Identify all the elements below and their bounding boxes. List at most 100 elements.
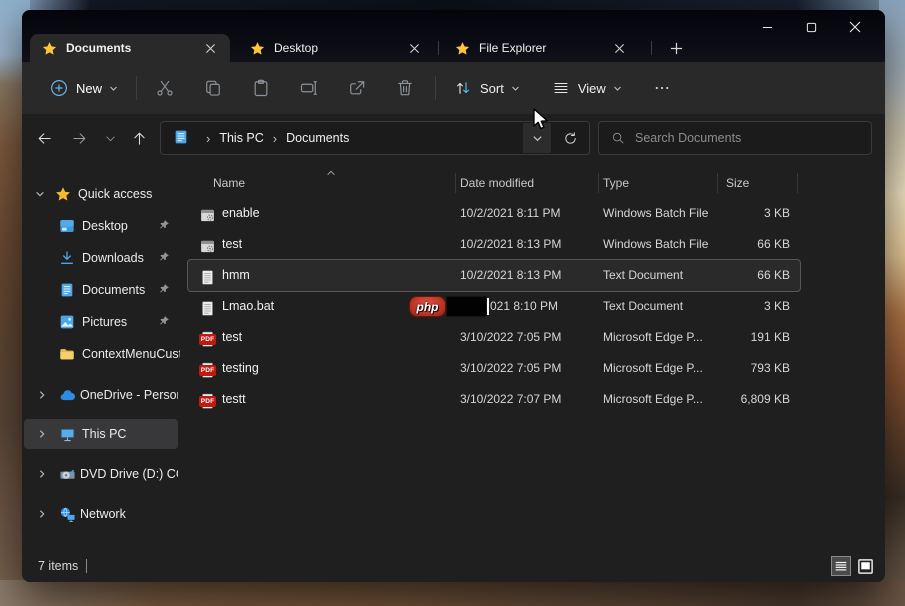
- column-header-name[interactable]: Name: [213, 170, 245, 196]
- documents-icon: [59, 282, 75, 298]
- tab-desktop[interactable]: Desktop: [238, 34, 434, 62]
- pictures-icon: [59, 314, 75, 330]
- more-ellipsis-icon: [653, 79, 671, 97]
- sidebar-item-network[interactable]: Network: [22, 499, 180, 529]
- new-button[interactable]: New: [40, 73, 128, 103]
- new-button-label: New: [76, 81, 102, 96]
- sidebar-item-onedrive[interactable]: OneDrive - Personal: [22, 380, 180, 410]
- view-button[interactable]: View: [544, 73, 630, 103]
- dvd-drive-icon: [59, 466, 75, 482]
- tab-documents[interactable]: Documents: [30, 34, 230, 62]
- sort-button-label: Sort: [480, 81, 504, 96]
- chevron-collapsed-icon[interactable]: [37, 428, 47, 442]
- close-button[interactable]: [833, 14, 877, 40]
- tab-close-icon[interactable]: [200, 38, 220, 58]
- delete-button[interactable]: [381, 68, 429, 108]
- item-count: 7 items: [38, 550, 78, 582]
- paste-icon: [251, 78, 271, 98]
- plus-circle-icon: [50, 79, 68, 97]
- chevron-collapsed-icon[interactable]: [37, 508, 47, 522]
- file-date: 3/10/2022 7:05 PM: [460, 322, 561, 353]
- up-button[interactable]: [125, 124, 153, 152]
- breadcrumb-this-pc[interactable]: This PC: [219, 131, 263, 145]
- refresh-icon: [563, 131, 578, 146]
- sidebar-item-desktop[interactable]: Desktop: [22, 211, 180, 241]
- file-row-testing[interactable]: PDF testing 3/10/2022 7:05 PM Microsoft …: [188, 353, 800, 384]
- new-tab-button[interactable]: [662, 36, 690, 60]
- breadcrumb-separator-icon: ›: [264, 131, 286, 146]
- copy-icon: [203, 78, 223, 98]
- address-dropdown-button[interactable]: [523, 123, 551, 153]
- file-date: 021 8:10 PM: [490, 291, 558, 322]
- documents-folder-icon: [173, 129, 189, 148]
- file-name: testt: [222, 384, 246, 415]
- recent-locations-button[interactable]: [96, 124, 124, 152]
- paste-button[interactable]: [237, 68, 285, 108]
- file-size: 3 KB: [764, 198, 790, 229]
- sidebar-item-label: OneDrive - Personal: [80, 380, 178, 410]
- tab-close-icon[interactable]: [609, 38, 629, 58]
- file-size: 66 KB: [757, 260, 790, 291]
- sidebar-item-pictures[interactable]: Pictures: [22, 307, 180, 337]
- column-divider[interactable]: [797, 173, 798, 193]
- column-divider[interactable]: [717, 173, 718, 193]
- file-row-test-pdf[interactable]: PDF test 3/10/2022 7:05 PM Microsoft Edg…: [188, 322, 800, 353]
- file-row-testt[interactable]: PDF testt 3/10/2022 7:07 PM Microsoft Ed…: [188, 384, 800, 415]
- column-divider[interactable]: [455, 173, 456, 193]
- pin-icon: [158, 219, 170, 234]
- chevron-expanded-icon[interactable]: [35, 188, 45, 202]
- toolbar-divider: [136, 76, 137, 100]
- sidebar-item-this-pc[interactable]: This PC: [24, 419, 178, 449]
- column-header-date-modified[interactable]: Date modified: [460, 170, 534, 196]
- file-row-lmao-bat[interactable]: Lmao.bat php 021 8:10 PM Text Document 3…: [188, 291, 800, 322]
- sidebar-item-documents[interactable]: Documents: [22, 275, 180, 305]
- file-size: 793 KB: [751, 353, 790, 384]
- forward-button[interactable]: [65, 124, 93, 152]
- sidebar-item-quick-access[interactable]: Quick access: [22, 179, 180, 209]
- share-button[interactable]: [333, 68, 381, 108]
- file-type: Microsoft Edge P...: [603, 322, 703, 353]
- breadcrumb-bar[interactable]: › This PC › Documents: [160, 121, 590, 155]
- file-row-enable[interactable]: enable 10/2/2021 8:11 PM Windows Batch F…: [188, 198, 800, 229]
- minimize-button[interactable]: [745, 14, 789, 40]
- column-header-type[interactable]: Type: [603, 170, 629, 196]
- file-row-hmm[interactable]: hmm 10/2/2021 8:13 PM Text Document 66 K…: [188, 260, 800, 291]
- column-headers: Name Date modified Type Size: [180, 170, 840, 196]
- see-more-button[interactable]: [644, 68, 680, 108]
- tab-file-explorer[interactable]: File Explorer: [443, 34, 639, 62]
- arrow-right-icon: [71, 130, 88, 147]
- column-header-size[interactable]: Size: [726, 170, 749, 196]
- search-box[interactable]: [598, 121, 872, 155]
- chevron-collapsed-icon[interactable]: [37, 389, 47, 403]
- sidebar-item-contextmenucust[interactable]: ContextMenuCust: [22, 339, 180, 369]
- file-row-test-bat[interactable]: test 10/2/2021 8:13 PM Windows Batch Fil…: [188, 229, 800, 260]
- chevron-down-icon: [109, 84, 118, 93]
- share-icon: [347, 78, 367, 98]
- chevron-down-icon: [104, 132, 117, 145]
- search-input[interactable]: [635, 131, 845, 145]
- back-button[interactable]: [30, 124, 58, 152]
- file-date: 10/2/2021 8:13 PM: [460, 260, 561, 291]
- sidebar-item-label: Quick access: [78, 179, 176, 209]
- breadcrumb-documents[interactable]: Documents: [286, 131, 349, 145]
- file-type: Windows Batch File: [603, 198, 708, 229]
- tab-label: Documents: [66, 41, 200, 55]
- details-view-button[interactable]: [831, 556, 851, 576]
- sort-button[interactable]: Sort: [446, 73, 528, 103]
- chevron-down-icon: [613, 84, 622, 93]
- file-name: enable: [222, 198, 260, 229]
- tab-divider: [651, 41, 652, 55]
- column-divider[interactable]: [598, 173, 599, 193]
- tab-close-icon[interactable]: [404, 38, 424, 58]
- sidebar-item-downloads[interactable]: Downloads: [22, 243, 180, 273]
- refresh-button[interactable]: [555, 123, 585, 153]
- cut-button[interactable]: [141, 68, 189, 108]
- large-icons-view-button[interactable]: [855, 556, 875, 576]
- copy-button[interactable]: [189, 68, 237, 108]
- rename-button[interactable]: [285, 68, 333, 108]
- pin-icon: [158, 315, 170, 330]
- sidebar-item-dvd-drive[interactable]: DVD Drive (D:) CCCO: [22, 459, 180, 489]
- chevron-down-icon: [532, 133, 543, 144]
- maximize-button[interactable]: [789, 14, 833, 40]
- chevron-collapsed-icon[interactable]: [37, 468, 47, 482]
